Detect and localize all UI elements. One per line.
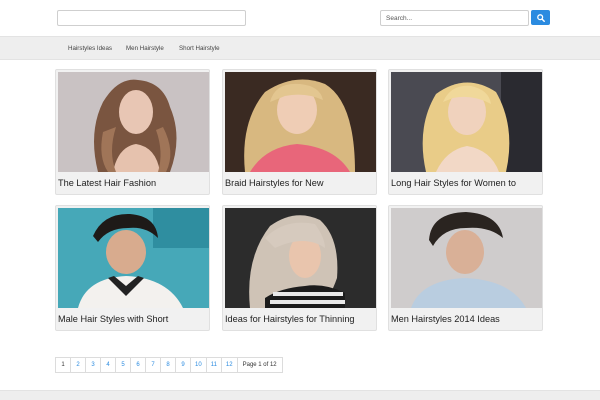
post-title[interactable]: Men Hairstyles 2014 Ideas <box>391 314 542 324</box>
page-link[interactable]: 8 <box>160 357 176 373</box>
page-link[interactable]: 7 <box>145 357 161 373</box>
nav-item-short-hairstyle[interactable]: Short Hairstyle <box>179 45 220 52</box>
page-link[interactable]: 9 <box>175 357 191 373</box>
search-input[interactable] <box>380 10 529 26</box>
post-card[interactable]: Ideas for Hairstyles for Thinning <box>222 205 377 331</box>
post-thumbnail[interactable] <box>391 208 542 308</box>
page-link-current[interactable]: 1 <box>55 357 71 373</box>
nav-item-hairstyles-ideas[interactable]: Hairstyles Ideas <box>68 45 112 52</box>
post-title[interactable]: Long Hair Styles for Women to <box>391 178 542 188</box>
post-card[interactable]: Braid Hairstyles for New <box>222 69 377 195</box>
pagination: 1 2 3 4 5 6 7 8 9 10 11 12 Page 1 of 12 <box>55 357 283 373</box>
post-thumbnail[interactable] <box>58 72 209 172</box>
post-card[interactable]: Men Hairstyles 2014 Ideas <box>388 205 543 331</box>
search-button[interactable] <box>531 10 550 25</box>
post-thumbnail[interactable] <box>391 72 542 172</box>
site-header <box>0 0 600 36</box>
page-link[interactable]: 5 <box>115 357 131 373</box>
page-link[interactable]: 12 <box>220 357 238 373</box>
page-link[interactable]: 2 <box>70 357 86 373</box>
site-footer <box>0 390 600 400</box>
page-link[interactable]: 11 <box>205 357 222 373</box>
site-logo-box[interactable] <box>57 10 246 26</box>
post-card[interactable]: Long Hair Styles for Women to <box>388 69 543 195</box>
post-title[interactable]: Ideas for Hairstyles for Thinning <box>225 314 376 324</box>
post-thumbnail[interactable] <box>58 208 209 308</box>
page-link[interactable]: 10 <box>190 357 207 373</box>
post-title[interactable]: The Latest Hair Fashion <box>58 178 209 188</box>
post-thumbnail[interactable] <box>225 72 376 172</box>
post-card[interactable]: The Latest Hair Fashion <box>55 69 210 195</box>
nav-item-men-hairstyle[interactable]: Men Hairstyle <box>126 45 164 52</box>
post-card[interactable]: Male Hair Styles with Short <box>55 205 210 331</box>
post-title[interactable]: Braid Hairstyles for New <box>225 178 376 188</box>
page-link[interactable]: 4 <box>100 357 116 373</box>
main-navbar: Hairstyles Ideas Men Hairstyle Short Hai… <box>0 36 600 60</box>
search-icon <box>536 13 545 22</box>
post-title[interactable]: Male Hair Styles with Short <box>58 314 209 324</box>
page-info: Page 1 of 12 <box>236 357 283 373</box>
page-link[interactable]: 3 <box>85 357 101 373</box>
post-thumbnail[interactable] <box>225 208 376 308</box>
page-link[interactable]: 6 <box>130 357 146 373</box>
